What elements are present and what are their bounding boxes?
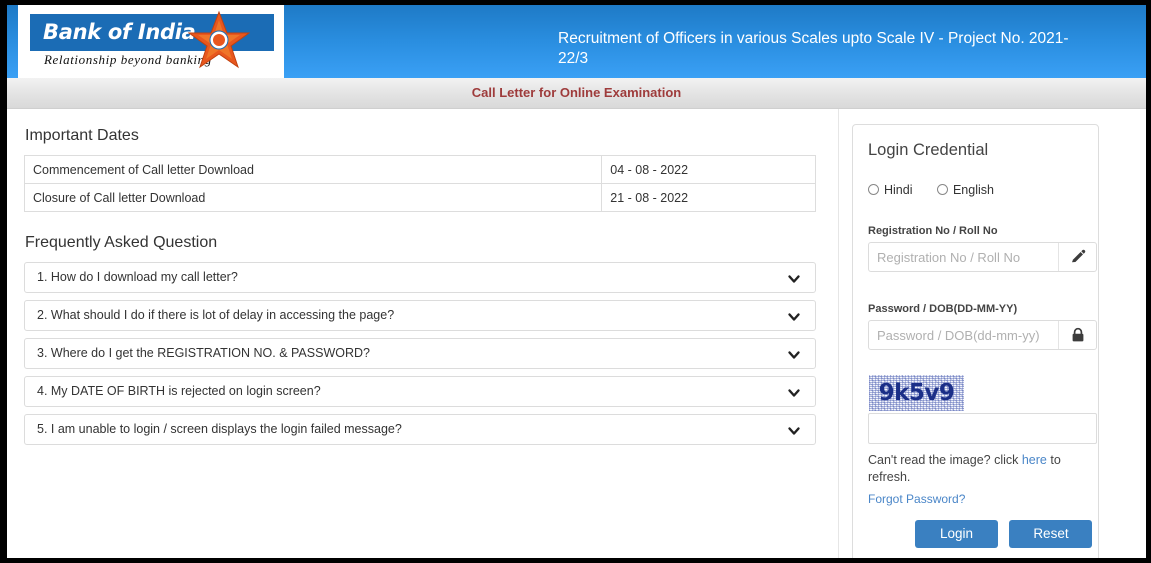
captcha-text: 9k5v9 [878,380,955,406]
faq-item-3[interactable]: 3. Where do I get the REGISTRATION NO. &… [24,338,816,369]
login-button-row: Login Reset [915,520,1100,548]
faq-item-1[interactable]: 1. How do I download my call letter? [24,262,816,293]
chevron-down-icon[interactable] [787,424,801,438]
faq-question: 1. How do I download my call letter? [37,270,238,284]
bank-logo: Bank of India Relationship beyond bankin… [18,5,284,78]
refresh-note-before: Can't read the image? click [868,453,1022,467]
radio-option-english[interactable]: English [936,182,994,197]
faq-item-2[interactable]: 2. What should I do if there is lot of d… [24,300,816,331]
forgot-password-link[interactable]: Forgot Password? [868,492,965,506]
faq-question: 4. My DATE OF BIRTH is rejected on login… [37,384,321,398]
important-dates-table: Commencement of Call letter Download 04 … [23,155,816,212]
captcha-input[interactable] [868,413,1097,444]
captcha-refresh-note: Can't read the image? click here to refr… [868,452,1096,486]
radio-option-hindi[interactable]: Hindi [868,183,913,197]
date-label: Closure of Call letter Download [23,183,603,212]
right-content-column: Login Credential Hindi English Registrat… [845,109,1146,558]
language-radio-group: Hindi English [868,181,1014,199]
page-frame: Bank of India Relationship beyond bankin… [7,5,1146,558]
subtitle-text: Call Letter for Online Examination [471,85,682,100]
subtitle-bar: Call Letter for Online Examination [7,78,1146,109]
date-label: Commencement of Call letter Download [23,155,603,184]
refresh-captcha-link[interactable]: here [1022,453,1047,467]
date-value: 21 - 08 - 2022 [601,183,816,212]
faq-list: 1. How do I download my call letter? 2. … [24,262,816,452]
chevron-down-icon[interactable] [787,310,801,324]
star-icon [188,10,250,69]
registration-input[interactable] [869,243,1059,271]
faq-item-5[interactable]: 5. I am unable to login / screen display… [24,414,816,445]
important-dates-title: Important Dates [25,127,139,144]
pencil-icon[interactable] [1070,249,1086,265]
page-title: Recruitment of Officers in various Scale… [558,30,1069,67]
password-input[interactable] [869,321,1059,349]
page-body: Important Dates Commencement of Call let… [7,109,1146,558]
chevron-down-icon[interactable] [787,348,801,362]
radio-circle-icon[interactable] [936,183,948,195]
faq-title: Frequently Asked Question [25,234,218,251]
faq-question: 2. What should I do if there is lot of d… [37,308,395,322]
password-icon-box[interactable] [1058,321,1096,349]
login-panel-title: Login Credential [868,141,989,159]
captcha-image: 9k5v9 [869,375,964,411]
login-button[interactable]: Login [915,520,998,548]
password-label: Password / DOB(DD-MM-YY) [868,303,1018,315]
page-header: Bank of India Relationship beyond bankin… [7,5,1146,78]
faq-question: 3. Where do I get the REGISTRATION NO. &… [37,346,370,360]
table-row: Commencement of Call letter Download 04 … [23,155,816,184]
radio-circle-icon[interactable] [868,183,879,195]
chevron-down-icon[interactable] [787,272,801,286]
faq-question: 5. I am unable to login / screen display… [37,422,402,436]
radio-label-english: English [952,182,994,197]
table-row: Closure of Call letter Download 21 - 08 … [23,183,816,212]
radio-label-hindi: Hindi [884,182,913,197]
faq-item-4[interactable]: 4. My DATE OF BIRTH is rejected on login… [24,376,816,407]
login-panel: Login Credential Hindi English Registrat… [852,124,1099,558]
registration-label: Registration No / Roll No [868,225,998,237]
logo-bank-name: Bank of India [43,20,196,44]
logo-inner: Bank of India Relationship beyond bankin… [30,10,274,70]
reset-button[interactable]: Reset [1009,520,1093,548]
password-input-group[interactable] [868,320,1097,350]
lock-icon[interactable] [1070,327,1086,343]
chevron-down-icon[interactable] [787,386,801,400]
screenshot-root: Bank of India Relationship beyond bankin… [0,0,1151,563]
registration-input-group[interactable] [868,242,1097,272]
date-value: 04 - 08 - 2022 [601,155,816,184]
left-content-column: Important Dates Commencement of Call let… [7,109,838,558]
registration-icon-box[interactable] [1058,243,1096,271]
column-divider [838,109,839,558]
logo-tagline: Relationship beyond banking [44,52,212,67]
